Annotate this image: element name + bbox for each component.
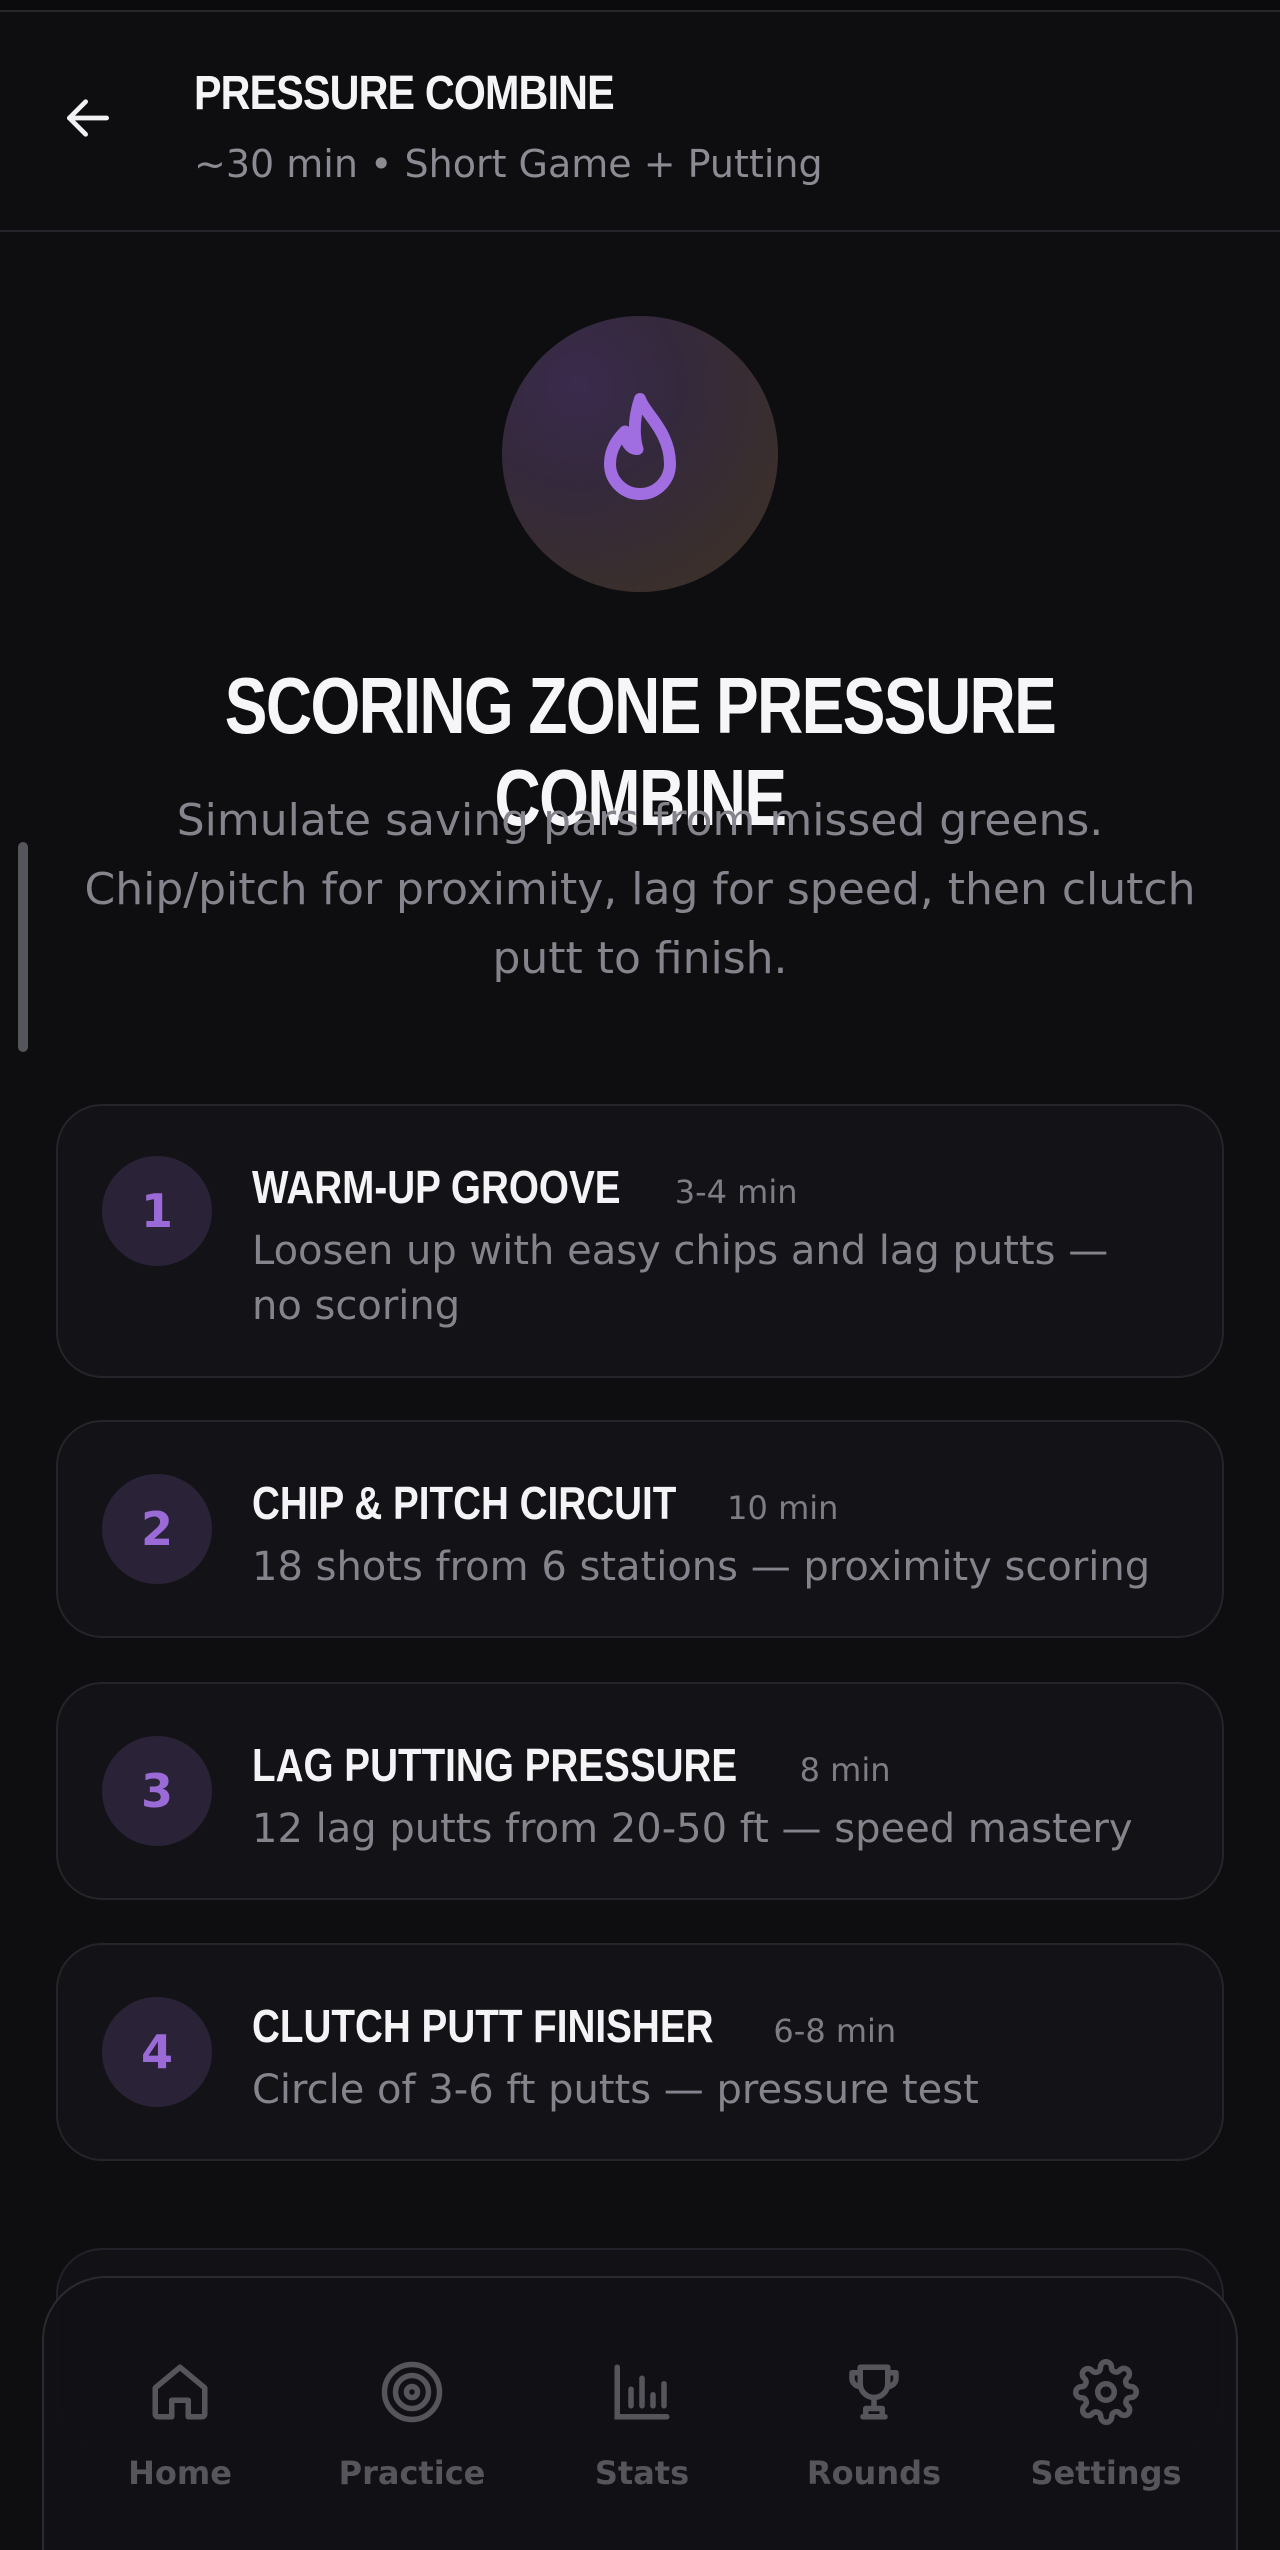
bottom-nav: Home Practice Stats Rounds Settings xyxy=(42,2276,1238,2550)
gear-icon xyxy=(1073,2359,1139,2425)
step-title: LAG PUTTING PRESSURE xyxy=(252,1739,738,1791)
step-description: Loosen up with easy chips and lag putts … xyxy=(252,1228,1109,1329)
step-card-4[interactable]: 4 CLUTCH PUTT FINISHER 6-8 min Circle of… xyxy=(56,1943,1224,2161)
status-bar-divider xyxy=(0,0,1280,12)
step-title: WARM-UP GROOVE xyxy=(252,1161,621,1213)
step-title: CHIP & PITCH CIRCUIT xyxy=(252,1477,677,1529)
step-duration: 6-8 min xyxy=(773,2012,897,2050)
nav-item-stats[interactable]: Stats xyxy=(526,2278,758,2550)
flame-icon xyxy=(604,393,676,500)
back-button[interactable] xyxy=(52,82,124,154)
page-subtitle: ~30 min • Short Game + Putting xyxy=(194,142,823,186)
step-number: 2 xyxy=(102,1474,212,1584)
step-description: 12 lag putts from 20-50 ft — speed maste… xyxy=(252,1806,1133,1852)
trophy-icon xyxy=(849,2364,899,2420)
nav-label: Settings xyxy=(1030,2454,1182,2492)
nav-item-settings[interactable]: Settings xyxy=(990,2278,1222,2550)
step-number: 3 xyxy=(102,1736,212,1846)
nav-label: Rounds xyxy=(806,2454,942,2492)
page-title: PRESSURE COMBINE xyxy=(194,67,615,120)
step-duration: 10 min xyxy=(727,1489,839,1527)
session-description: Simulate saving pars from missed greens.… xyxy=(84,795,1196,984)
step-duration: 8 min xyxy=(799,1751,891,1789)
practice-session-screen: PRESSURE COMBINE ~30 min • Short Game + … xyxy=(0,0,1280,2550)
nav-item-practice[interactable]: Practice xyxy=(296,2278,528,2550)
step-duration: 3-4 min xyxy=(674,1173,798,1211)
step-card-2[interactable]: 2 CHIP & PITCH CIRCUIT 10 min 18 shots f… xyxy=(56,1420,1224,1638)
hero-badge xyxy=(502,316,778,592)
nav-label: Stats xyxy=(594,2454,690,2492)
step-description: 18 shots from 6 stations — proximity sco… xyxy=(252,1544,1151,1590)
header: PRESSURE COMBINE ~30 min • Short Game + … xyxy=(0,12,1280,232)
target-icon xyxy=(381,2361,443,2423)
nav-label: Practice xyxy=(338,2454,486,2492)
step-number: 1 xyxy=(102,1156,212,1266)
step-title: CLUTCH PUTT FINISHER xyxy=(252,2000,714,2052)
step-number: 4 xyxy=(102,1997,212,2107)
arrow-left-icon xyxy=(67,99,109,137)
home-icon xyxy=(152,2364,208,2420)
nav-item-home[interactable]: Home xyxy=(64,2278,296,2550)
nav-label: Home xyxy=(128,2454,232,2492)
bar-chart-icon xyxy=(614,2364,670,2420)
scrollbar[interactable] xyxy=(18,842,28,1052)
nav-item-rounds[interactable]: Rounds xyxy=(758,2278,990,2550)
step-card-1[interactable]: 1 WARM-UP GROOVE 3-4 min Loosen up with … xyxy=(56,1104,1224,1378)
step-card-3[interactable]: 3 LAG PUTTING PRESSURE 8 min 12 lag putt… xyxy=(56,1682,1224,1900)
step-description: Circle of 3-6 ft putts — pressure test xyxy=(252,2067,979,2113)
